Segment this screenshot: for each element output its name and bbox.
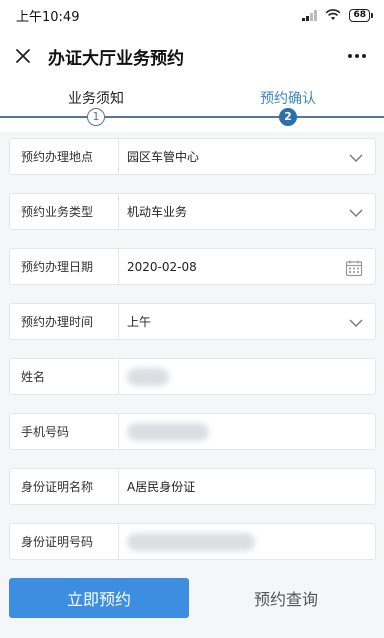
location-label: 预约办理地点 [10,139,119,174]
redacted-id-number [127,532,255,551]
wifi-icon [326,9,341,20]
name-input[interactable] [119,359,375,394]
page-title: 办证大厅业务预约 [48,48,184,69]
date-value: 2020-02-08 [127,259,197,274]
location-select[interactable]: 预约办理地点 园区车管中心 [9,138,376,175]
more-dots-icon [348,54,366,58]
phone-label: 手机号码 [10,414,119,449]
cellular-signal-icon [302,9,318,21]
submit-appointment-button[interactable]: 立即预约 [9,578,189,618]
phone-field[interactable]: 手机号码 [9,413,376,450]
step-progress-line [0,116,384,118]
redacted-name [127,367,169,386]
time-label: 预约办理时间 [10,304,119,339]
query-appointment-button[interactable]: 预约查询 [196,578,376,618]
calendar-icon[interactable] [345,249,363,286]
chevron-down-icon [349,194,363,231]
id-type-value: A居民身份证 [127,480,196,494]
status-icons: 68 [302,8,373,22]
title-bar: 办证大厅业务预约 [0,30,384,82]
date-label: 预约办理日期 [10,249,119,284]
redacted-phone [127,422,209,441]
step-2-label: 预约确认 [260,91,316,107]
name-field[interactable]: 姓名 [9,358,376,395]
phone-input[interactable] [119,414,375,449]
step-1-number: 1 [87,108,105,126]
status-time: 上午10:49 [16,9,80,25]
more-button[interactable] [342,44,372,68]
id-number-field[interactable]: 身份证明号码 [9,523,376,560]
battery-level: 68 [353,10,366,20]
name-label: 姓名 [10,359,119,394]
appointment-form: 预约办理地点 园区车管中心 预约业务类型 机动车业务 预约办理日期 2020-0… [9,138,376,578]
business-type-label: 预约业务类型 [10,194,119,229]
date-picker[interactable]: 预约办理日期 2020-02-08 [9,248,376,285]
business-type-select[interactable]: 预约业务类型 机动车业务 [9,193,376,230]
location-value: 园区车管中心 [127,150,200,164]
status-bar: 上午10:49 68 [0,0,384,30]
bottom-action-bar: 立即预约 预约查询 [0,572,384,638]
close-button[interactable] [12,45,34,67]
step-indicator: 业务须知 1 预约确认 2 [0,82,384,132]
step-2: 预约确认 2 [228,90,348,126]
time-select[interactable]: 预约办理时间 上午 [9,303,376,340]
id-number-input[interactable] [119,524,375,559]
step-1: 业务须知 1 [36,90,156,126]
business-type-value: 机动车业务 [127,205,188,219]
battery-icon: 68 [349,8,373,22]
step-1-label: 业务须知 [68,91,124,107]
close-icon [16,49,30,63]
time-value: 上午 [127,315,152,329]
chevron-down-icon [349,139,363,176]
chevron-down-icon [349,304,363,341]
step-2-number: 2 [279,108,297,126]
id-number-label: 身份证明号码 [10,524,119,559]
id-type-label: 身份证明名称 [10,469,119,504]
id-type-field[interactable]: 身份证明名称 A居民身份证 [9,468,376,505]
